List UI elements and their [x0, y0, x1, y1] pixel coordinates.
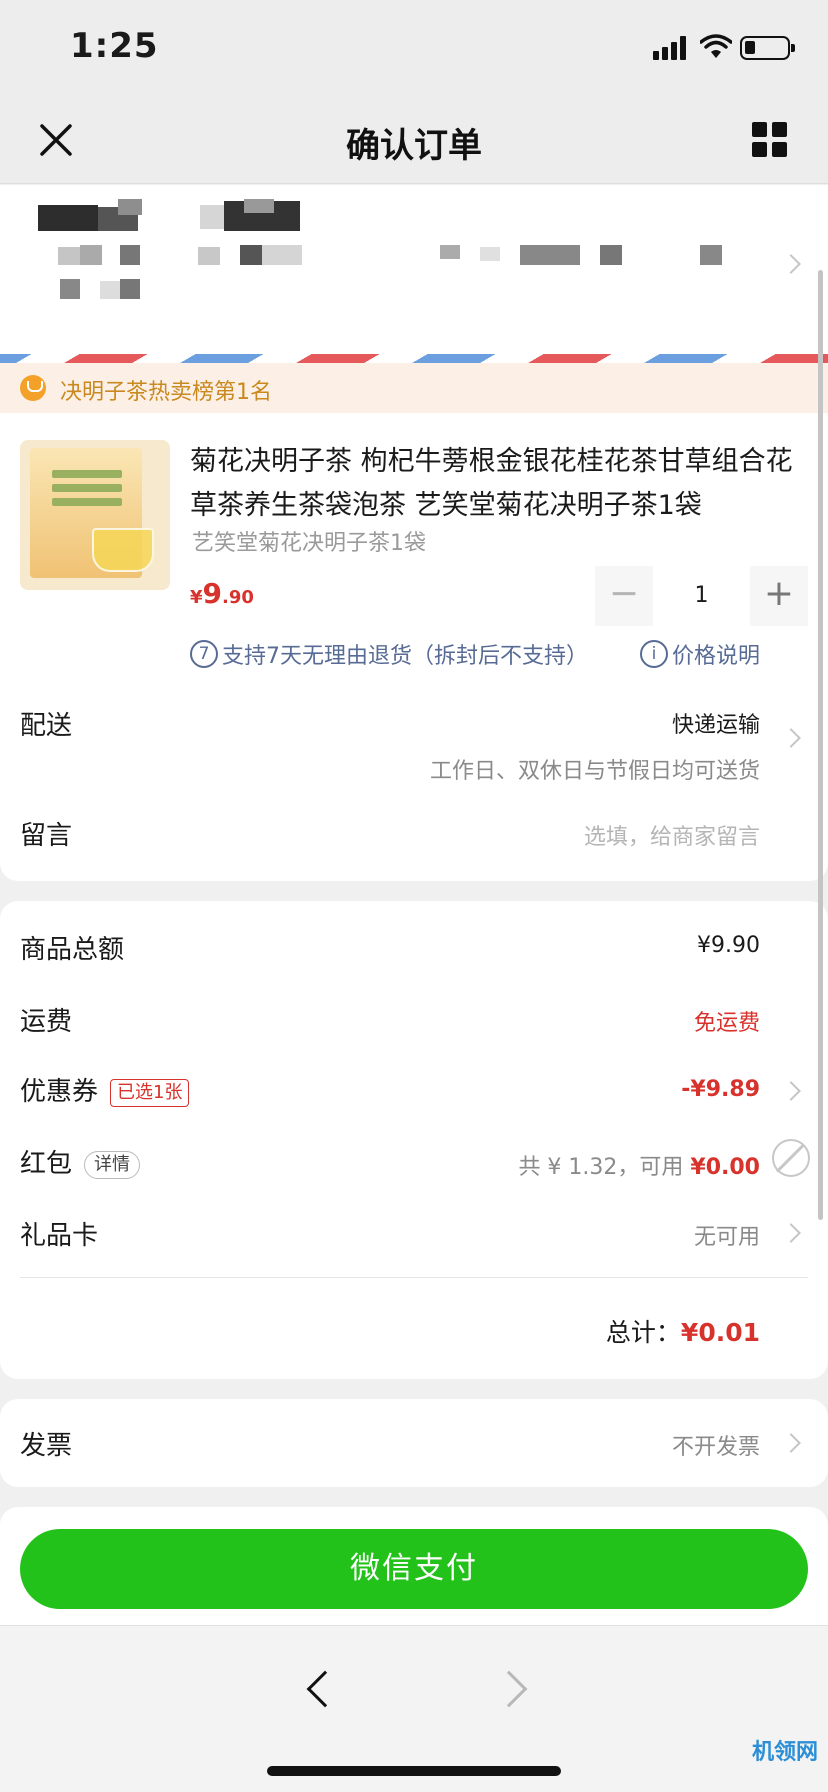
quantity-value[interactable]: 1: [653, 566, 750, 626]
info-icon: i: [640, 640, 668, 668]
goods-total-value: ¥9.90: [697, 933, 760, 958]
product-title: 菊花决明子茶 枸杞牛蒡根金银花桂花茶甘草组合花草茶养生茶袋泡茶 艺笑堂菊花决明子…: [190, 446, 793, 521]
delivery-chevron-icon[interactable]: [781, 728, 801, 748]
bottom-bar: 机领网: [0, 1625, 828, 1792]
airmail-border: [0, 354, 828, 363]
rank-text: 决明子茶热卖榜第1名: [60, 380, 272, 405]
message-input[interactable]: 选填，给商家留言: [584, 819, 760, 851]
forward-arrow-icon[interactable]: [490, 1670, 528, 1708]
status-time: 1:25: [70, 26, 159, 66]
giftcard-label: 礼品卡: [20, 1221, 99, 1251]
wifi-icon: [700, 34, 732, 58]
page-title: 确认订单: [346, 126, 482, 166]
invoice-chevron-icon: [781, 1433, 801, 1453]
quantity-stepper: − 1 +: [595, 566, 808, 626]
redpacket-row: 红包 详情: [20, 1143, 141, 1180]
total-label: 总计：: [605, 1318, 681, 1347]
invoice-row[interactable]: 发票 不开发票: [0, 1399, 828, 1487]
redpacket-value: 共 ¥ 1.32，可用 ¥0.00: [518, 1149, 760, 1181]
delivery-detail: 工作日、双休日与节假日均可送货: [429, 759, 760, 784]
coupon-badge: 已选1张: [110, 1078, 190, 1107]
address-section[interactable]: [0, 185, 828, 363]
product-spec: 艺笑堂菊花决明子茶1袋: [192, 531, 426, 556]
coupon-chevron-icon[interactable]: [781, 1081, 801, 1101]
redpacket-label: 红包: [20, 1149, 73, 1179]
shipping-value: 免运费: [693, 1011, 760, 1036]
shipping-label: 运费: [20, 1007, 73, 1037]
product-price: ¥9.90: [190, 577, 254, 610]
return-policy[interactable]: 7 支持7天无理由退货（拆封后不支持）: [190, 638, 588, 670]
battery-icon: [740, 36, 795, 60]
delivery-label: 配送: [20, 711, 73, 741]
delivery-method[interactable]: 快递运输: [672, 707, 760, 739]
decrease-button[interactable]: −: [595, 566, 653, 626]
coupon-row[interactable]: 优惠券 已选1张: [20, 1071, 190, 1108]
return-7-icon: 7: [190, 640, 218, 668]
scrollbar[interactable]: [818, 270, 823, 1220]
message-label: 留言: [20, 821, 73, 851]
product-image[interactable]: [20, 440, 170, 590]
redpacket-detail-button[interactable]: 详情: [84, 1150, 141, 1179]
redpacket-disabled-icon[interactable]: [772, 1139, 810, 1177]
invoice-label: 发票: [20, 1431, 73, 1461]
increase-button[interactable]: +: [750, 566, 808, 626]
address-chevron-icon: [781, 254, 801, 274]
nav-bar: 确认订单: [0, 96, 828, 184]
coupon-value[interactable]: -¥9.89: [681, 1077, 760, 1102]
trophy-icon: [20, 375, 46, 401]
price-summary-card: 商品总额 ¥9.90 运费 免运费 优惠券 已选1张 -¥9.89 红包 详情 共 …: [0, 901, 828, 1379]
summary-divider: [20, 1277, 808, 1278]
price-note-link[interactable]: i 价格说明: [640, 638, 760, 670]
home-indicator[interactable]: [267, 1766, 561, 1776]
invoice-value: 不开发票: [671, 1435, 760, 1460]
redpacket-available: ¥0.00: [690, 1155, 760, 1180]
redpacket-total: 共 ¥ 1.32，可用: [518, 1155, 691, 1180]
total-value: ¥0.01: [680, 1318, 760, 1347]
signal-icon: [653, 36, 689, 60]
total-row: 总计：¥0.01: [606, 1313, 760, 1349]
coupon-label: 优惠券: [20, 1077, 99, 1107]
status-bar: 1:25: [0, 0, 828, 96]
back-arrow-icon[interactable]: [306, 1670, 344, 1708]
giftcard-value[interactable]: 无可用: [694, 1219, 760, 1251]
wechat-pay-button[interactable]: 微信支付: [20, 1529, 808, 1609]
watermark: 机领网: [751, 1740, 818, 1765]
product-card: 菊花决明子茶 枸杞牛蒡根金银花桂花茶甘草组合花草茶养生茶袋泡茶 艺笑堂菊花决明子…: [0, 413, 828, 881]
grid-menu-icon[interactable]: [752, 122, 788, 158]
goods-total-label: 商品总额: [20, 935, 125, 965]
rank-banner[interactable]: 决明子茶热卖榜第1名: [0, 363, 828, 413]
pay-area: 微信支付: [0, 1507, 828, 1625]
giftcard-chevron-icon[interactable]: [781, 1223, 801, 1243]
